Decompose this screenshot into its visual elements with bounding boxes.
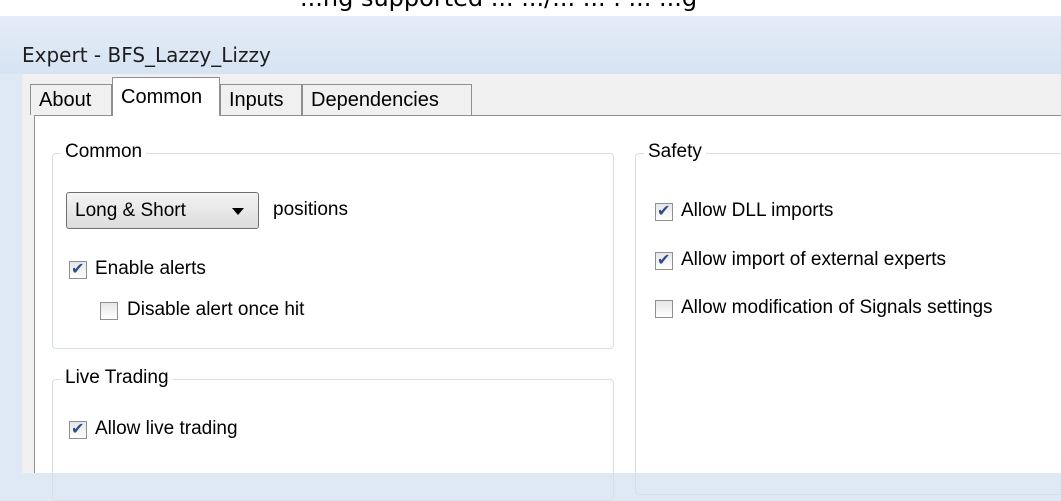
top-clipped-strip: ...ng supported ... .../... ... . ... ..… [0,0,1061,16]
allow-live-trading-label[interactable]: Allow live trading [95,418,238,440]
enable-alerts-checkbox[interactable] [69,259,87,279]
allow-import-external-label[interactable]: Allow import of external experts [681,249,946,271]
tab-inputs[interactable]: Inputs [220,84,302,115]
window-title: Expert - BFS_Lazzy_Lizzy [22,43,271,67]
enable-alerts-label[interactable]: Enable alerts [95,258,206,280]
tab-about[interactable]: About [30,84,112,115]
tab-common[interactable]: Common [112,77,220,116]
chevron-down-icon [232,208,244,215]
clipped-header-text: ...ng supported ... .../... ... . ... ..… [300,0,697,12]
allow-live-trading-checkbox[interactable] [69,419,87,439]
tab-page-common: Common Long & Short positions Enable ale… [34,115,1061,501]
dialog-frame: About Common Inputs Dependencies Common … [22,74,1061,501]
positions-dropdown-value: Long & Short [75,200,186,221]
live-trading-group-label: Live Trading [61,367,173,389]
common-groupbox: Common Long & Short positions Enable ale… [52,141,614,349]
allow-dll-imports-label[interactable]: Allow DLL imports [681,200,833,222]
tab-strip: About Common Inputs Dependencies [30,74,1061,116]
allow-import-external-checkbox[interactable] [655,250,673,270]
disable-alert-once-hit-label[interactable]: Disable alert once hit [127,299,304,321]
allow-signals-mod-checkbox[interactable] [655,300,673,318]
window-titlebar: Expert - BFS_Lazzy_Lizzy [0,16,1061,74]
allow-signals-mod-label[interactable]: Allow modification of Signals settings [681,297,993,319]
safety-groupbox: Safety Allow DLL imports Allow import of… [635,141,1061,495]
common-group-label: Common [61,141,147,163]
safety-group-label: Safety [644,141,706,163]
positions-label: positions [273,199,348,220]
positions-dropdown[interactable]: Long & Short [66,192,259,229]
tab-dependencies[interactable]: Dependencies [302,84,472,115]
live-trading-groupbox: Live Trading Allow live trading [52,367,614,501]
disable-alert-once-hit-checkbox[interactable] [100,302,118,320]
allow-dll-imports-checkbox[interactable] [655,201,673,221]
